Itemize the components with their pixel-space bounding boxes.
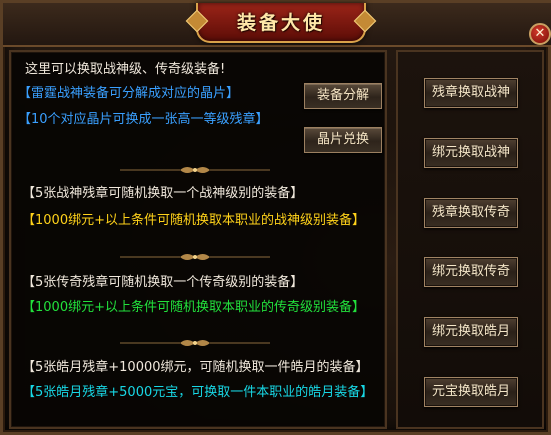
section-condition-chuanqi: 【1000绑元+以上条件可随机换取本职业的传奇级别装备】 <box>22 300 365 315</box>
close-icon: ✕ <box>534 26 546 41</box>
decompose-button[interactable]: 装备分解 <box>304 83 382 109</box>
intro-text: 这里可以换取战神级、传奇级装备! <box>25 62 226 77</box>
fragment-to-zhanshen-button[interactable]: 残章换取战神 <box>424 78 518 108</box>
section-heading-zhanshen: 【5张战神残章可随机换取一个战神级别的装备】 <box>22 186 304 201</box>
section-heading-chuanqi: 【5张传奇残章可随机换取一个传奇级别的装备】 <box>22 275 304 290</box>
ornament-divider <box>120 167 270 173</box>
ornament-divider <box>120 254 270 260</box>
section-condition-zhanshen: 【1000绑元+以上条件可随机换取本职业的战神级别装备】 <box>22 213 365 228</box>
close-button[interactable]: ✕ <box>529 23 551 45</box>
fragment-to-chuanqi-button[interactable]: 残章换取传奇 <box>424 198 518 228</box>
window-title: 装备大使 <box>236 12 325 34</box>
bound-gold-to-zhanshen-button[interactable]: 绑元换取战神 <box>424 138 518 168</box>
decompose-hint: 【雷霆战神装备可分解成对应的晶片】 <box>18 86 240 101</box>
section-heading-haoyue: 【5张皓月残章+10000绑元，可随机换取一件皓月的装备】 <box>22 360 369 375</box>
section-condition-haoyue: 【5张皓月残章+5000元宝，可换取一件本职业的皓月装备】 <box>22 385 374 400</box>
title-plate: 装备大使 <box>196 3 366 43</box>
ornament-divider <box>120 340 270 346</box>
bound-gold-to-chuanqi-button[interactable]: 绑元换取传奇 <box>424 257 518 287</box>
bound-gold-to-haoyue-button[interactable]: 绑元换取皓月 <box>424 317 518 347</box>
chip-exchange-hint: 【10个对应晶片可换成一张高一等级残章】 <box>18 112 269 127</box>
yuanbao-to-haoyue-button[interactable]: 元宝换取皓月 <box>424 377 518 407</box>
chip-exchange-button[interactable]: 晶片兑换 <box>304 127 382 153</box>
